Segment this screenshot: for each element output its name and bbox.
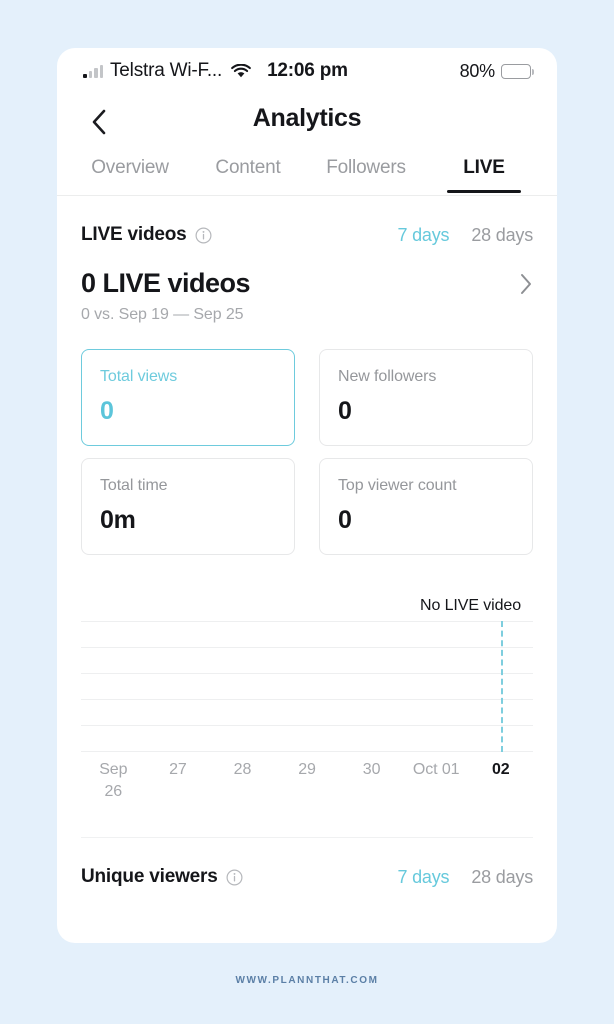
range-7-days[interactable]: 7 days [398, 867, 450, 888]
metric-value: 0 [338, 397, 352, 425]
metric-cards-grid: Total views 0 New followers 0 Total time… [57, 349, 557, 555]
chart-x-tick: 02 [491, 761, 510, 778]
chart-gridline [81, 621, 533, 622]
metric-label: Total time [100, 477, 168, 494]
battery-icon [501, 63, 534, 79]
chart-annotation: No LIVE video [420, 597, 521, 614]
phone-screen: Telstra Wi-F... 12:06 pm 80% Analytics O… [57, 48, 557, 943]
tab-content[interactable]: Content [189, 157, 307, 192]
carrier-label: Telstra Wi-F... [110, 60, 223, 81]
live-videos-count: 0 LIVE videos [81, 268, 251, 298]
chart-x-axis: Sep 26 27 28 29 30 Oct 01 02 [81, 759, 533, 802]
chart-gridline [81, 673, 533, 674]
chevron-right-icon[interactable] [520, 273, 533, 295]
unique-viewers-section-header: Unique viewers 7 days 28 days [57, 866, 557, 888]
info-circle-icon[interactable] [195, 226, 212, 244]
site-watermark: WWW.PLANNTHAT.COM [235, 975, 379, 986]
chart-x-tick: Sep 26 [99, 761, 128, 800]
analytics-tabs: Overview Content Followers LIVE [57, 149, 557, 196]
metric-card-new-followers[interactable]: New followers 0 [319, 349, 533, 446]
metric-card-total-views[interactable]: Total views 0 [81, 349, 295, 446]
chart-x-tick: 28 [233, 761, 252, 778]
live-videos-title: LIVE videos [81, 224, 187, 245]
metric-value: 0 [338, 506, 352, 534]
metric-card-top-viewer-count[interactable]: Top viewer count 0 [319, 458, 533, 555]
status-bar-right: 80% [459, 60, 534, 82]
metric-card-total-time[interactable]: Total time 0m [81, 458, 295, 555]
chart-x-tick: 27 [169, 761, 187, 778]
metric-value: 0 [100, 397, 114, 425]
live-videos-headline-row[interactable]: 0 LIVE videos [57, 268, 557, 299]
tab-followers[interactable]: Followers [307, 157, 425, 192]
chart-gridline [81, 699, 533, 700]
live-videos-range-toggle: 7 days 28 days [398, 225, 534, 246]
metric-label: Total views [100, 368, 178, 385]
page-title: Analytics [252, 104, 362, 132]
cellular-signal-icon [83, 64, 103, 78]
range-7-days[interactable]: 7 days [398, 225, 450, 246]
live-views-chart: No LIVE video Sep 26 27 28 29 30 Oct 01 02 [57, 597, 557, 800]
range-28-days[interactable]: 28 days [471, 225, 533, 246]
unique-viewers-range-toggle: 7 days 28 days [398, 867, 534, 888]
chart-x-tick: 30 [362, 761, 381, 778]
nav-bar: Analytics [57, 94, 557, 149]
section-divider [81, 837, 533, 838]
clock-label: 12:06 pm [267, 60, 348, 81]
info-circle-icon[interactable] [226, 868, 243, 886]
tab-live[interactable]: LIVE [425, 157, 543, 192]
live-videos-comparison: 0 vs. Sep 19 — Sep 25 [81, 306, 244, 323]
live-videos-section-header: LIVE videos 7 days 28 days [57, 224, 557, 246]
chart-x-tick: Oct 01 [412, 761, 460, 778]
status-bar-left: Telstra Wi-F... 12:06 pm [83, 60, 348, 82]
metric-label: Top viewer count [338, 477, 457, 494]
tab-overview[interactable]: Overview [71, 157, 189, 192]
live-analytics-content: LIVE videos 7 days 28 days 0 LIVE videos… [57, 196, 557, 943]
battery-percent-label: 80% [459, 60, 496, 81]
metric-label: New followers [338, 368, 437, 385]
unique-viewers-title: Unique viewers [81, 866, 218, 887]
chart-gridline [81, 751, 533, 752]
metric-value: 0m [100, 506, 136, 534]
chart-marker-line [500, 621, 503, 752]
status-bar: Telstra Wi-F... 12:06 pm 80% [57, 48, 557, 94]
range-28-days[interactable]: 28 days [471, 867, 533, 888]
chart-plot-area [81, 621, 533, 752]
chart-x-tick: 29 [298, 761, 316, 778]
chart-gridline [81, 647, 533, 648]
chart-gridline [81, 725, 533, 726]
wifi-icon [231, 63, 251, 77]
